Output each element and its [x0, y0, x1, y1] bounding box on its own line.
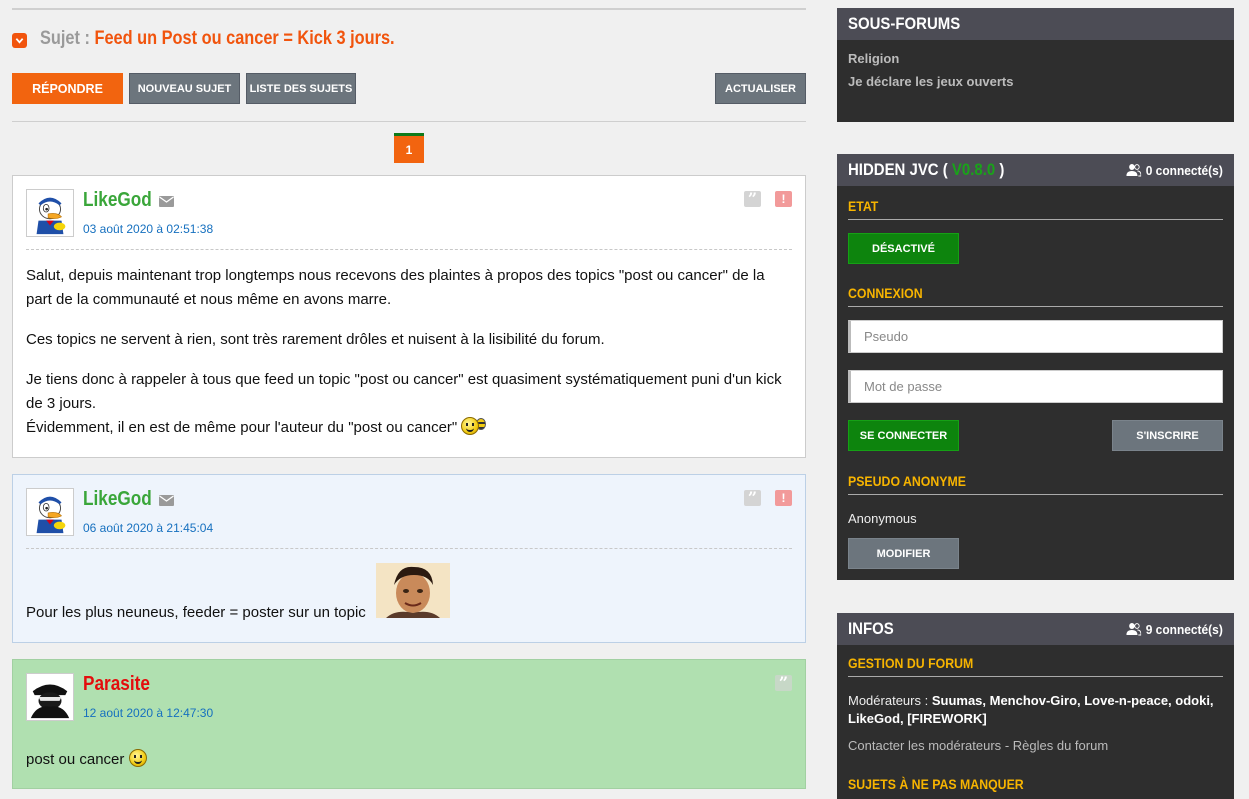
panel-header: SOUS-FORUMS [837, 8, 1234, 40]
avatar[interactable] [26, 189, 74, 237]
hidden-jvc-panel: HIDDEN JVC ( V0.8.0 ) 0 connecté(s) ETAT… [837, 154, 1234, 580]
subforum-link[interactable]: Religion [848, 51, 899, 66]
forum-rules-link[interactable]: Règles du forum [1013, 738, 1108, 753]
password-input[interactable] [848, 370, 1223, 403]
topic-title: Feed un Post ou cancer = Kick 3 jours. [94, 28, 395, 49]
new-topic-button[interactable]: NOUVEAU SUJET [129, 73, 240, 104]
pseudo-input[interactable] [848, 320, 1223, 353]
section-heading: CONNEXION [848, 285, 1223, 307]
register-button[interactable]: S'INSCRIRE [1112, 420, 1223, 451]
quote-icon[interactable]: ” [744, 490, 761, 506]
forum-post: LikeGod 03 août 2020 à 02:51:38 ” ! Salu… [12, 175, 806, 458]
panel-header: HIDDEN JVC ( V0.8.0 ) 0 connecté(s) [837, 154, 1234, 186]
online-count-text: 0 connecté(s) [1145, 162, 1223, 178]
section-heading: GESTION DU FORUM [848, 655, 1223, 677]
link-separator: - [1004, 738, 1010, 753]
post-paragraph: Évidemment, il en est de même pour l'aut… [26, 419, 458, 436]
divider [26, 249, 792, 250]
section-heading: PSEUDO ANONYME [848, 473, 1223, 495]
divider [12, 121, 806, 122]
reply-button[interactable]: RÉPONDRE [12, 73, 123, 104]
subforums-panel: SOUS-FORUMS Religion Je déclare les jeux… [837, 8, 1234, 122]
post-author[interactable]: LikeGod [83, 189, 152, 212]
post-paragraph: Ces topics ne servent à rien, sont très … [26, 331, 605, 348]
avatar[interactable] [26, 673, 74, 721]
pagination-current-page[interactable]: 1 [394, 133, 424, 163]
post-date[interactable]: 06 août 2020 à 21:45:04 [83, 521, 213, 535]
page-title: Sujet : Feed un Post ou cancer = Kick 3 … [40, 28, 395, 50]
panel-title: HIDDEN JVC ( V0.8.0 ) [848, 160, 1004, 180]
moderators-list: Modérateurs : Suumas, Menchov-Giro, Love… [848, 692, 1223, 728]
panel-title: SOUS-FORUMS [848, 14, 961, 33]
panel-header: INFOS 9 connecté(s) [837, 613, 1234, 645]
quote-icon[interactable]: ” [744, 191, 761, 207]
section-heading: SUJETS À NE PAS MANQUER [848, 776, 1024, 792]
post-body: Ces topics ne servent à rien, sont très … [26, 328, 792, 352]
panel-title-suffix: ) [999, 160, 1005, 179]
topic-header: Sujet : Feed un Post ou cancer = Kick 3 … [12, 28, 452, 50]
quote-icon[interactable]: ” [775, 675, 792, 691]
refresh-button[interactable]: ACTUALISER [715, 73, 806, 104]
post-author[interactable]: Parasite [83, 673, 150, 696]
chevron-down-icon[interactable] [12, 33, 27, 48]
smiley-icon [128, 749, 147, 767]
post-body: post ou cancer [26, 748, 792, 772]
forum-links: Contacter les modérateurs - Règles du fo… [848, 738, 1108, 753]
panel-title-prefix: HIDDEN JVC ( [848, 160, 948, 179]
post-date[interactable]: 12 août 2020 à 12:47:30 [83, 706, 213, 720]
post-paragraph: Je tiens donc à rappeler à tous que feed… [26, 371, 782, 412]
topic-list-button[interactable]: LISTE DES SUJETS [246, 73, 356, 104]
panel-title: INFOS [848, 619, 894, 638]
moderators-label: Modérateurs : [848, 693, 929, 708]
mail-icon[interactable] [159, 196, 174, 207]
post-date[interactable]: 03 août 2020 à 02:51:38 [83, 222, 213, 236]
users-icon [1126, 623, 1142, 636]
forum-post: LikeGod 06 août 2020 à 21:45:04 ” ! Pour… [12, 474, 806, 643]
post-paragraph: Salut, depuis maintenant trop longtemps … [26, 267, 765, 308]
post-paragraph: post ou cancer [26, 751, 125, 768]
post-body: Salut, depuis maintenant trop longtemps … [26, 264, 792, 312]
report-icon[interactable]: ! [775, 191, 792, 207]
login-button[interactable]: SE CONNECTER [848, 420, 959, 451]
topic-prefix: Sujet : [40, 28, 90, 49]
users-icon [1126, 164, 1142, 177]
section-heading: ETAT [848, 198, 1223, 220]
subforum-link[interactable]: Je déclare les jeux ouverts [848, 74, 1013, 89]
infos-panel: INFOS 9 connecté(s) GESTION DU FORUM Mod… [837, 613, 1234, 799]
smiley-icon [461, 417, 480, 435]
online-count: 0 connecté(s) [1126, 162, 1223, 178]
post-author[interactable]: LikeGod [83, 488, 152, 511]
version-label: V0.8.0 [951, 160, 996, 179]
post-body: Je tiens donc à rappeler à tous que feed… [26, 368, 792, 416]
mail-icon[interactable] [159, 495, 174, 506]
divider [26, 548, 792, 549]
avatar[interactable] [26, 488, 74, 536]
contact-moderators-link[interactable]: Contacter les modérateurs [848, 738, 1001, 753]
divider [12, 8, 806, 10]
modify-button[interactable]: MODIFIER [848, 538, 959, 569]
anonymous-pseudo: Anonymous [848, 511, 917, 526]
report-icon[interactable]: ! [775, 490, 792, 506]
online-count-text: 9 connecté(s) [1145, 621, 1223, 637]
sticker-image [376, 563, 450, 618]
post-paragraph: Pour les plus neuneus, feeder = poster s… [26, 604, 366, 621]
status-toggle-button[interactable]: DÉSACTIVÉ [848, 233, 959, 264]
forum-post: Parasite 12 août 2020 à 12:47:30 ” post … [12, 659, 806, 789]
online-count: 9 connecté(s) [1126, 621, 1223, 637]
post-body: Évidemment, il en est de même pour l'aut… [26, 416, 792, 440]
